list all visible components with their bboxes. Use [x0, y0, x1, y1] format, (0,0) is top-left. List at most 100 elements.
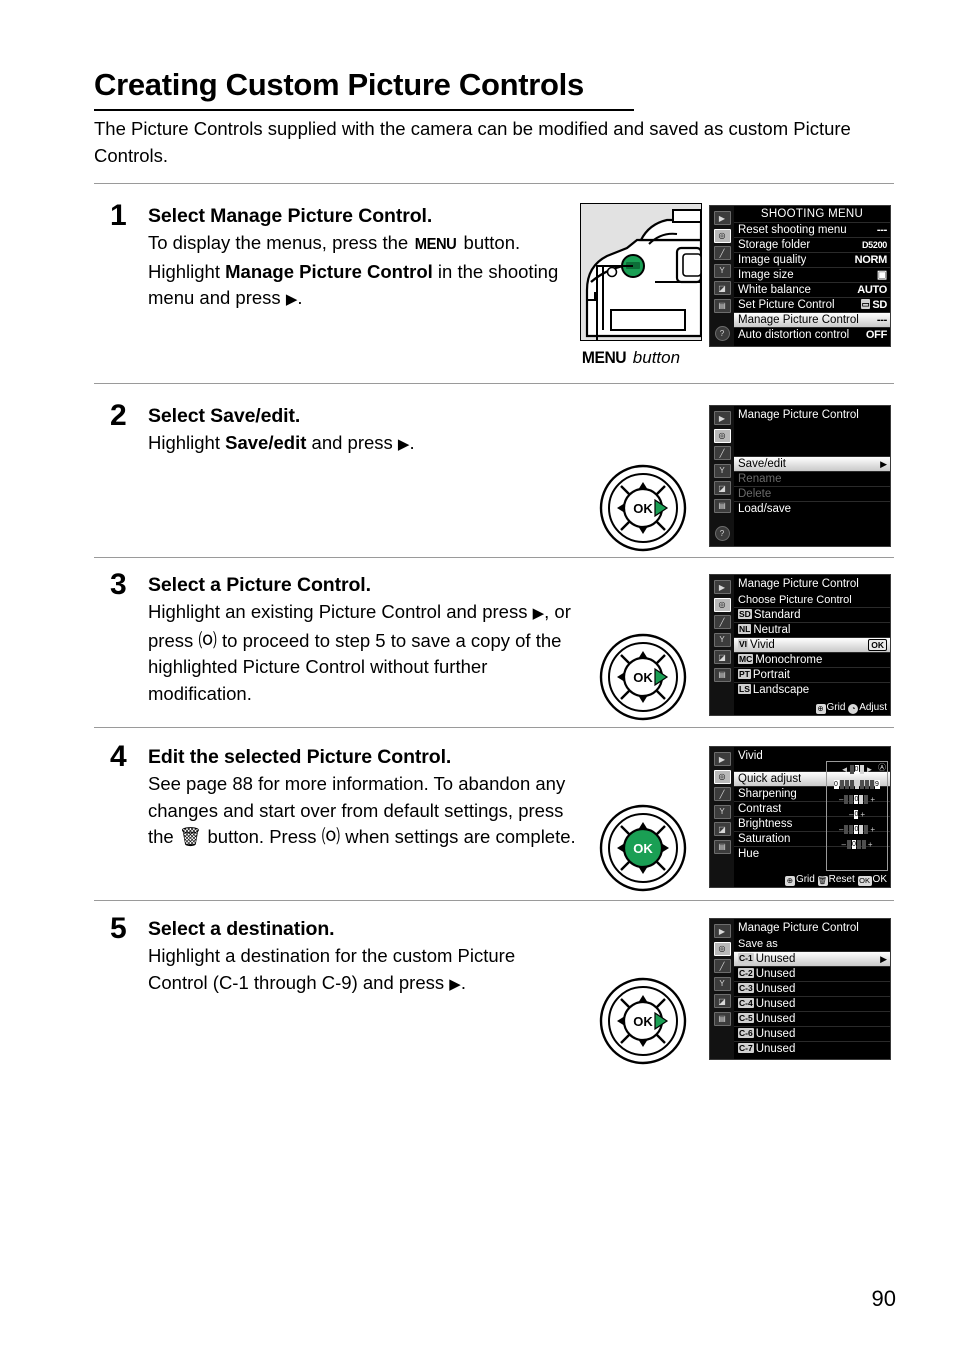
contrast-slider[interactable]: –0 + — [827, 792, 887, 807]
quick-adjust-slider[interactable]: ◄ 0 ► — [827, 762, 887, 777]
menu-row[interactable]: Image size ▣ — [734, 267, 890, 282]
menu-row-label: C-3 Unused — [738, 982, 795, 996]
svg-text:OK: OK — [633, 501, 653, 516]
menu-row-label: Set Picture Control — [738, 299, 835, 311]
destination-row[interactable]: C-7 Unused — [734, 1041, 890, 1056]
custom-setting-icon[interactable]: ╱ — [713, 787, 731, 801]
lcd-save-as: ▶ ◎ ╱ Υ ◪ ▤ ? Manage Picture Control Sav… — [709, 918, 891, 1060]
step-title: Select Save/edit. — [148, 405, 301, 427]
page-title: Creating Custom Picture Controls — [94, 67, 634, 111]
retouch-icon[interactable]: ◪ — [713, 822, 731, 836]
section-divider — [94, 727, 894, 728]
menu-row-label: Storage folder — [738, 239, 811, 251]
shooting-menu-icon[interactable]: ◎ — [713, 228, 731, 243]
playback-icon[interactable]: ▶ — [713, 211, 731, 225]
step-number: 5 — [110, 912, 127, 945]
retouch-icon[interactable]: ◪ — [713, 481, 731, 495]
retouch-icon[interactable]: ◪ — [713, 281, 731, 295]
menu-row[interactable]: White balance AUTO — [734, 282, 890, 297]
custom-setting-icon[interactable]: ╱ — [713, 446, 731, 460]
custom-slot-tag: C-6 — [738, 1028, 754, 1038]
grid-label: Grid — [795, 874, 815, 885]
lcd-choose-picture-control: ▶ ◎ ╱ Υ ◪ ▤ ? Manage Picture Control Cho… — [709, 574, 891, 716]
picture-control-name: Landscape — [752, 684, 810, 696]
page-number: 90 — [871, 1286, 896, 1311]
destination-row[interactable]: C-4 Unused — [734, 996, 890, 1011]
shooting-menu-icon[interactable]: ◎ — [713, 941, 731, 956]
menu-row[interactable]: Load/save — [734, 501, 890, 516]
callout-line — [596, 265, 633, 340]
recent-settings-icon[interactable]: ▤ — [713, 498, 731, 513]
destination-row[interactable]: C-2 Unused — [734, 966, 890, 981]
recent-settings-icon[interactable]: ▤ — [713, 1011, 731, 1026]
saturation-slider[interactable]: –0 + — [827, 822, 887, 837]
menu-row-label: C-7 Unused — [738, 1042, 795, 1056]
setup-icon[interactable]: Υ — [713, 804, 731, 819]
trash-icon: 🗑 — [817, 876, 828, 886]
destination-row[interactable]: C-6 Unused — [734, 1026, 890, 1041]
menu-row[interactable]: Storage folder D5200 — [734, 237, 890, 252]
retouch-icon[interactable]: ◪ — [713, 650, 731, 664]
playback-icon[interactable]: ▶ — [713, 580, 731, 594]
picture-control-name: Neutral — [753, 624, 791, 636]
help-icon[interactable]: ? — [714, 526, 730, 541]
shooting-menu-icon[interactable]: ◎ — [713, 428, 731, 443]
menu-row[interactable]: Set Picture Control ▭ SD — [734, 297, 890, 312]
chevron-right-icon: ▶ — [880, 459, 887, 469]
menu-row-label: VI Vivid — [738, 638, 775, 652]
lcd-screen-title: Manage Picture Control — [738, 578, 859, 590]
custom-slot-tag: C-7 — [738, 1043, 754, 1053]
picture-control-name: Portrait — [752, 669, 790, 681]
menu-row-label: LS Landscape — [738, 683, 809, 697]
playback-icon[interactable]: ▶ — [713, 752, 731, 766]
shooting-menu-icon[interactable]: ◎ — [713, 597, 731, 612]
setup-icon[interactable]: Υ — [713, 463, 731, 478]
custom-setting-icon[interactable]: ╱ — [713, 959, 731, 973]
picture-control-row-selected[interactable]: VI Vivid OK — [734, 637, 890, 652]
ok-icon: OK — [857, 876, 872, 886]
menu-row-selected[interactable]: Manage Picture Control --- — [734, 312, 890, 327]
picture-control-row[interactable]: SD Standard — [734, 607, 890, 622]
hue-slider[interactable]: –0 + — [827, 837, 887, 852]
setup-icon[interactable]: Υ — [713, 632, 731, 647]
recent-settings-icon[interactable]: ▤ — [713, 667, 731, 682]
playback-icon[interactable]: ▶ — [713, 411, 731, 425]
menu-row-label: White balance — [738, 284, 811, 296]
step-number: 2 — [110, 399, 127, 432]
custom-setting-icon[interactable]: ╱ — [713, 615, 731, 629]
picture-control-row[interactable]: PT Portrait — [734, 667, 890, 682]
menu-row[interactable]: Auto distortion control OFF — [734, 327, 890, 342]
chevron-right-icon: ▶ — [880, 954, 887, 964]
recent-settings-icon[interactable]: ▤ — [713, 298, 731, 313]
shooting-menu-icon[interactable]: ◎ — [713, 769, 731, 784]
setup-icon[interactable]: Υ — [713, 263, 731, 278]
menu-row[interactable]: Image quality NORM — [734, 252, 890, 267]
destination-row[interactable]: C-5 Unused — [734, 1011, 890, 1026]
menu-row[interactable]: Reset shooting menu --- — [734, 222, 890, 237]
step-text-part: . — [460, 971, 466, 993]
menu-row-selected[interactable]: Save/edit ▶ — [734, 456, 890, 471]
recent-settings-icon[interactable]: ▤ — [713, 839, 731, 854]
retouch-icon[interactable]: ◪ — [713, 994, 731, 1008]
destination-row[interactable]: C-3 Unused — [734, 981, 890, 996]
custom-slot-tag: C-2 — [738, 968, 754, 978]
picture-control-row[interactable]: NL Neutral — [734, 622, 890, 637]
playback-icon[interactable]: ▶ — [713, 924, 731, 938]
destination-row-selected[interactable]: C-1 Unused ▶ — [734, 951, 890, 966]
menu-row-label: Rename — [738, 473, 782, 485]
picture-control-tag: LS — [738, 684, 751, 694]
step-text-part: Highlight — [148, 432, 226, 453]
menu-row-value: D5200 — [861, 240, 887, 250]
sharpening-slider[interactable]: 09 — [827, 777, 887, 792]
grid-icon: ⊕ — [784, 876, 795, 886]
manual-page: Creating Custom Picture Controls The Pic… — [0, 0, 954, 1352]
brightness-slider[interactable]: –0 + — [827, 807, 887, 822]
right-arrow-icon: ▶ — [532, 605, 545, 622]
picture-control-row[interactable]: MC Monochrome — [734, 652, 890, 667]
custom-setting-icon[interactable]: ╱ — [713, 246, 731, 260]
lcd-sidebar: ▶ ◎ ╱ Υ ◪ ▤ ? — [710, 747, 734, 887]
setup-icon[interactable]: Υ — [713, 976, 731, 991]
grid-icon: ⊕ — [815, 704, 826, 714]
picture-control-row[interactable]: LS Landscape — [734, 682, 890, 697]
help-icon[interactable]: ? — [714, 326, 730, 341]
